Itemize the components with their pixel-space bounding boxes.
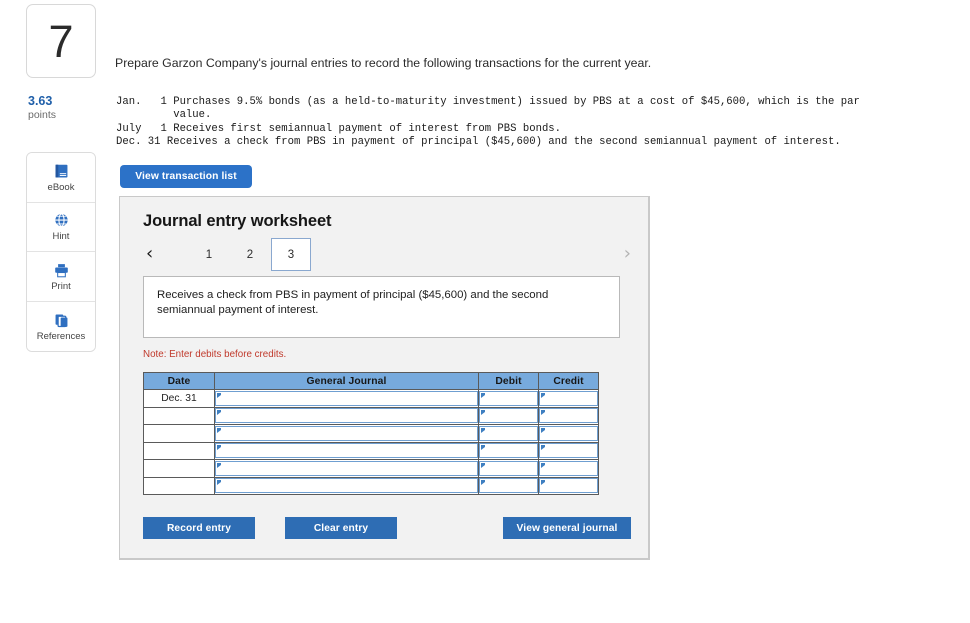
worksheet-tab-2[interactable]: 2 <box>230 238 270 271</box>
view-general-journal-button[interactable]: View general journal <box>503 517 631 539</box>
debit-input[interactable] <box>479 443 538 459</box>
cell-debit[interactable] <box>478 389 539 408</box>
worksheet-tab-strip: ‹ 1 2 3 › <box>143 238 631 272</box>
worksheet-tab-1[interactable]: 1 <box>189 238 229 271</box>
credit-input[interactable] <box>539 478 598 494</box>
worksheet-title: Journal entry worksheet <box>143 212 332 230</box>
worksheet-tab-3[interactable]: 3 <box>271 238 311 271</box>
column-header-date: Date <box>143 372 215 390</box>
transaction-list-text: Jan. 1 Purchases 9.5% bonds (as a held-t… <box>116 95 860 149</box>
cell-date: Dec. 31 <box>143 389 215 408</box>
question-number-box: 7 <box>26 4 96 78</box>
cell-debit[interactable] <box>478 424 539 443</box>
cell-date <box>143 406 215 425</box>
cell-credit[interactable] <box>538 406 599 425</box>
credit-input[interactable] <box>539 460 598 476</box>
question-number: 7 <box>48 15 74 67</box>
cell-general-journal[interactable] <box>214 459 479 478</box>
tool-item-ebook[interactable]: eBook <box>27 153 95 203</box>
printer-icon <box>54 263 68 277</box>
cell-date <box>143 476 215 495</box>
question-rail: 7 3.63 points <box>26 4 96 123</box>
debit-input[interactable] <box>479 425 538 441</box>
cell-date <box>143 424 215 443</box>
tool-label-ebook: eBook <box>47 181 75 193</box>
table-header-row: Date General Journal Debit Credit <box>143 372 599 390</box>
credit-input[interactable] <box>539 425 598 441</box>
cell-credit[interactable] <box>538 476 599 495</box>
clear-entry-button[interactable]: Clear entry <box>285 517 397 539</box>
debits-before-credits-note: Note: Enter debits before credits. <box>143 349 287 360</box>
table-row <box>143 459 599 478</box>
next-entry-chevron-icon[interactable]: › <box>624 243 631 265</box>
book-icon <box>55 164 67 177</box>
cell-general-journal[interactable] <box>214 476 479 495</box>
table-row: Dec. 31 <box>143 389 599 408</box>
cell-general-journal[interactable] <box>214 406 479 425</box>
credit-input[interactable] <box>539 443 598 459</box>
view-transaction-list-button[interactable]: View transaction list <box>120 165 252 188</box>
debit-input[interactable] <box>479 460 538 476</box>
cell-credit[interactable] <box>538 389 599 408</box>
cell-debit[interactable] <box>478 406 539 425</box>
points-value: 3.63 <box>28 94 53 108</box>
tool-panel: eBook Hint Print References <box>26 152 96 352</box>
debit-input[interactable] <box>479 478 538 494</box>
table-row <box>143 424 599 443</box>
debit-input[interactable] <box>479 390 538 406</box>
cell-general-journal[interactable] <box>214 441 479 460</box>
tool-label-print: Print <box>51 280 71 292</box>
general-journal-input[interactable] <box>215 460 478 476</box>
tool-item-print[interactable]: Print <box>27 252 95 302</box>
cell-credit[interactable] <box>538 441 599 460</box>
entry-description: Receives a check from PBS in payment of … <box>143 276 620 338</box>
credit-input[interactable] <box>539 390 598 406</box>
points-label: points <box>28 109 57 122</box>
copy-pages-icon <box>55 314 67 327</box>
globe-icon <box>54 213 68 227</box>
general-journal-input[interactable] <box>215 408 478 424</box>
cell-credit[interactable] <box>538 424 599 443</box>
column-header-general-journal: General Journal <box>214 372 479 390</box>
cell-debit[interactable] <box>478 476 539 495</box>
prev-entry-chevron-icon[interactable]: ‹ <box>146 243 153 265</box>
tool-label-references: References <box>36 330 86 342</box>
cell-general-journal[interactable] <box>214 389 479 408</box>
cell-credit[interactable] <box>538 459 599 478</box>
question-prompt: Prepare Garzon Company's journal entries… <box>115 56 652 70</box>
journal-entry-worksheet-panel: Journal entry worksheet ‹ 1 2 3 › Receiv… <box>119 196 650 560</box>
general-journal-input[interactable] <box>215 390 478 406</box>
general-journal-input[interactable] <box>215 425 478 441</box>
journal-entry-table: Date General Journal Debit Credit Dec. 3… <box>143 372 599 495</box>
cell-debit[interactable] <box>478 441 539 460</box>
column-header-credit: Credit <box>538 372 599 390</box>
table-row <box>143 476 599 495</box>
tool-item-references[interactable]: References <box>27 301 95 351</box>
cell-date <box>143 441 215 460</box>
cell-date <box>143 459 215 478</box>
general-journal-input[interactable] <box>215 478 478 494</box>
general-journal-input[interactable] <box>215 443 478 459</box>
table-row <box>143 441 599 460</box>
record-entry-button[interactable]: Record entry <box>143 517 255 539</box>
debit-input[interactable] <box>479 408 538 424</box>
table-row <box>143 406 599 425</box>
credit-input[interactable] <box>539 408 598 424</box>
cell-general-journal[interactable] <box>214 424 479 443</box>
cell-debit[interactable] <box>478 459 539 478</box>
column-header-debit: Debit <box>478 372 539 390</box>
points-block: 3.63 points <box>26 94 96 123</box>
tool-label-hint: Hint <box>52 231 70 242</box>
tool-item-hint[interactable]: Hint <box>27 202 95 252</box>
